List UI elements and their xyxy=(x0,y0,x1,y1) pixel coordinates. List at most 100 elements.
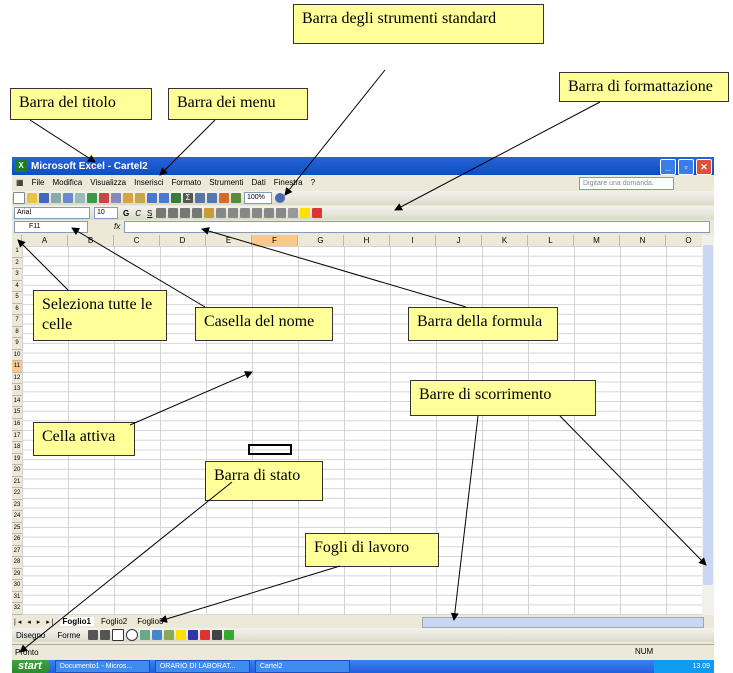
format-painter-icon[interactable] xyxy=(135,193,145,203)
horizontal-scrollbar[interactable] xyxy=(422,617,704,628)
row-header[interactable]: 11 xyxy=(12,361,22,373)
vertical-scrollbar[interactable] xyxy=(702,235,714,615)
decrease-decimal-icon[interactable] xyxy=(252,208,263,218)
row-header[interactable]: 18 xyxy=(12,442,22,454)
fill-color-icon[interactable] xyxy=(300,208,311,218)
row-header[interactable]: 32 xyxy=(12,603,22,615)
title-bar[interactable]: X Microsoft Excel - Cartel2 _ ▫ ✕ xyxy=(12,157,714,175)
column-header[interactable]: C xyxy=(114,235,160,246)
row-header[interactable]: 5 xyxy=(12,292,22,304)
sheet-tab-3[interactable]: Foglio3 xyxy=(134,617,166,626)
row-header[interactable]: 15 xyxy=(12,407,22,419)
row-header[interactable]: 22 xyxy=(12,488,22,500)
row-header[interactable]: 30 xyxy=(12,580,22,592)
sort-desc-icon[interactable] xyxy=(207,193,217,203)
row-header[interactable]: 1 xyxy=(12,246,22,258)
font-size-select[interactable]: 10 xyxy=(94,207,118,219)
column-header[interactable]: O xyxy=(666,235,702,246)
column-header[interactable]: K xyxy=(482,235,528,246)
task-cartel2[interactable]: Cartel2 xyxy=(254,660,350,673)
line-style-icon[interactable] xyxy=(212,630,223,640)
percent-icon[interactable] xyxy=(216,208,227,218)
draw-font-color-icon[interactable] xyxy=(200,630,211,640)
print-preview-icon[interactable] xyxy=(75,193,85,203)
row-header[interactable]: 31 xyxy=(12,592,22,604)
row-header[interactable]: 28 xyxy=(12,557,22,569)
row-header[interactable]: 25 xyxy=(12,523,22,535)
textbox-icon[interactable] xyxy=(140,630,151,640)
currency-icon[interactable] xyxy=(204,208,215,218)
open-icon[interactable] xyxy=(27,193,37,203)
row-header[interactable]: 10 xyxy=(12,350,22,362)
italic-button[interactable]: C xyxy=(135,209,141,218)
sheet-nav-arrows[interactable]: |◂ ◂ ▸ ▸| xyxy=(14,618,56,626)
row-header[interactable]: 27 xyxy=(12,546,22,558)
column-header[interactable]: J xyxy=(436,235,482,246)
decrease-indent-icon[interactable] xyxy=(264,208,275,218)
row-header[interactable]: 6 xyxy=(12,304,22,316)
menu-strumenti[interactable]: Strumenti xyxy=(209,178,243,187)
menu-formato[interactable]: Formato xyxy=(171,178,201,187)
copy-icon[interactable] xyxy=(111,193,121,203)
sheet-tab-2[interactable]: Foglio2 xyxy=(98,617,130,626)
cut-icon[interactable] xyxy=(99,193,109,203)
select-all-button[interactable] xyxy=(12,235,22,246)
row-header[interactable]: 3 xyxy=(12,269,22,281)
column-header[interactable]: B xyxy=(68,235,114,246)
bold-button[interactable]: G xyxy=(123,209,129,218)
undo-icon[interactable] xyxy=(147,193,157,203)
oval-icon[interactable] xyxy=(126,629,139,641)
line-color-icon[interactable] xyxy=(188,630,199,640)
row-header[interactable]: 16 xyxy=(12,419,22,431)
column-header[interactable]: E xyxy=(206,235,252,246)
menu-visualizza[interactable]: Visualizza xyxy=(90,178,126,187)
row-header[interactable]: 20 xyxy=(12,465,22,477)
wordart-icon[interactable] xyxy=(152,630,163,640)
start-button[interactable]: start xyxy=(12,660,50,673)
row-header[interactable]: 4 xyxy=(12,281,22,293)
align-center-icon[interactable] xyxy=(168,208,179,218)
row-header[interactable]: 14 xyxy=(12,396,22,408)
menu-inserisci[interactable]: Inserisci xyxy=(134,178,163,187)
chart-wizard-icon[interactable] xyxy=(219,193,229,203)
shadow-icon[interactable] xyxy=(224,630,235,640)
row-header[interactable]: 26 xyxy=(12,534,22,546)
font-select[interactable]: Arial xyxy=(14,207,90,219)
row-header[interactable]: 17 xyxy=(12,431,22,443)
column-header[interactable]: L xyxy=(528,235,574,246)
row-header[interactable]: 29 xyxy=(12,569,22,581)
restore-icon[interactable]: ▫ xyxy=(678,159,694,175)
name-box[interactable]: F11 xyxy=(14,220,88,233)
help-icon[interactable] xyxy=(275,193,285,203)
increase-indent-icon[interactable] xyxy=(276,208,287,218)
column-header[interactable]: D xyxy=(160,235,206,246)
row-header[interactable]: 19 xyxy=(12,454,22,466)
paste-icon[interactable] xyxy=(123,193,133,203)
underline-button[interactable]: S xyxy=(147,209,152,218)
increase-decimal-icon[interactable] xyxy=(240,208,251,218)
row-header[interactable]: 13 xyxy=(12,384,22,396)
menu-file[interactable]: File xyxy=(32,178,45,187)
fx-icon[interactable]: fx xyxy=(114,222,120,231)
menu-help[interactable]: ? xyxy=(311,178,315,187)
task-documento1[interactable]: Documento1 - Micros... xyxy=(54,660,150,673)
line-icon[interactable] xyxy=(88,630,99,640)
clipart-icon[interactable] xyxy=(164,630,175,640)
column-header[interactable]: A xyxy=(22,235,68,246)
autoshapes-menu[interactable]: Forme xyxy=(57,631,80,640)
rectangle-icon[interactable] xyxy=(112,629,125,641)
row-header[interactable]: 2 xyxy=(12,258,22,270)
vertical-scroll-thumb[interactable] xyxy=(703,245,713,585)
column-header[interactable]: M xyxy=(574,235,620,246)
column-header[interactable]: F xyxy=(252,235,298,246)
row-header[interactable]: 24 xyxy=(12,511,22,523)
row-header[interactable]: 8 xyxy=(12,327,22,339)
row-header[interactable]: 7 xyxy=(12,315,22,327)
row-header[interactable]: 23 xyxy=(12,500,22,512)
hyperlink-icon[interactable] xyxy=(171,193,181,203)
close-icon[interactable]: ✕ xyxy=(696,159,712,175)
menu-modifica[interactable]: Modifica xyxy=(52,178,82,187)
draw-fill-color-icon[interactable] xyxy=(176,630,187,640)
print-icon[interactable] xyxy=(63,193,73,203)
spelling-icon[interactable] xyxy=(87,193,97,203)
